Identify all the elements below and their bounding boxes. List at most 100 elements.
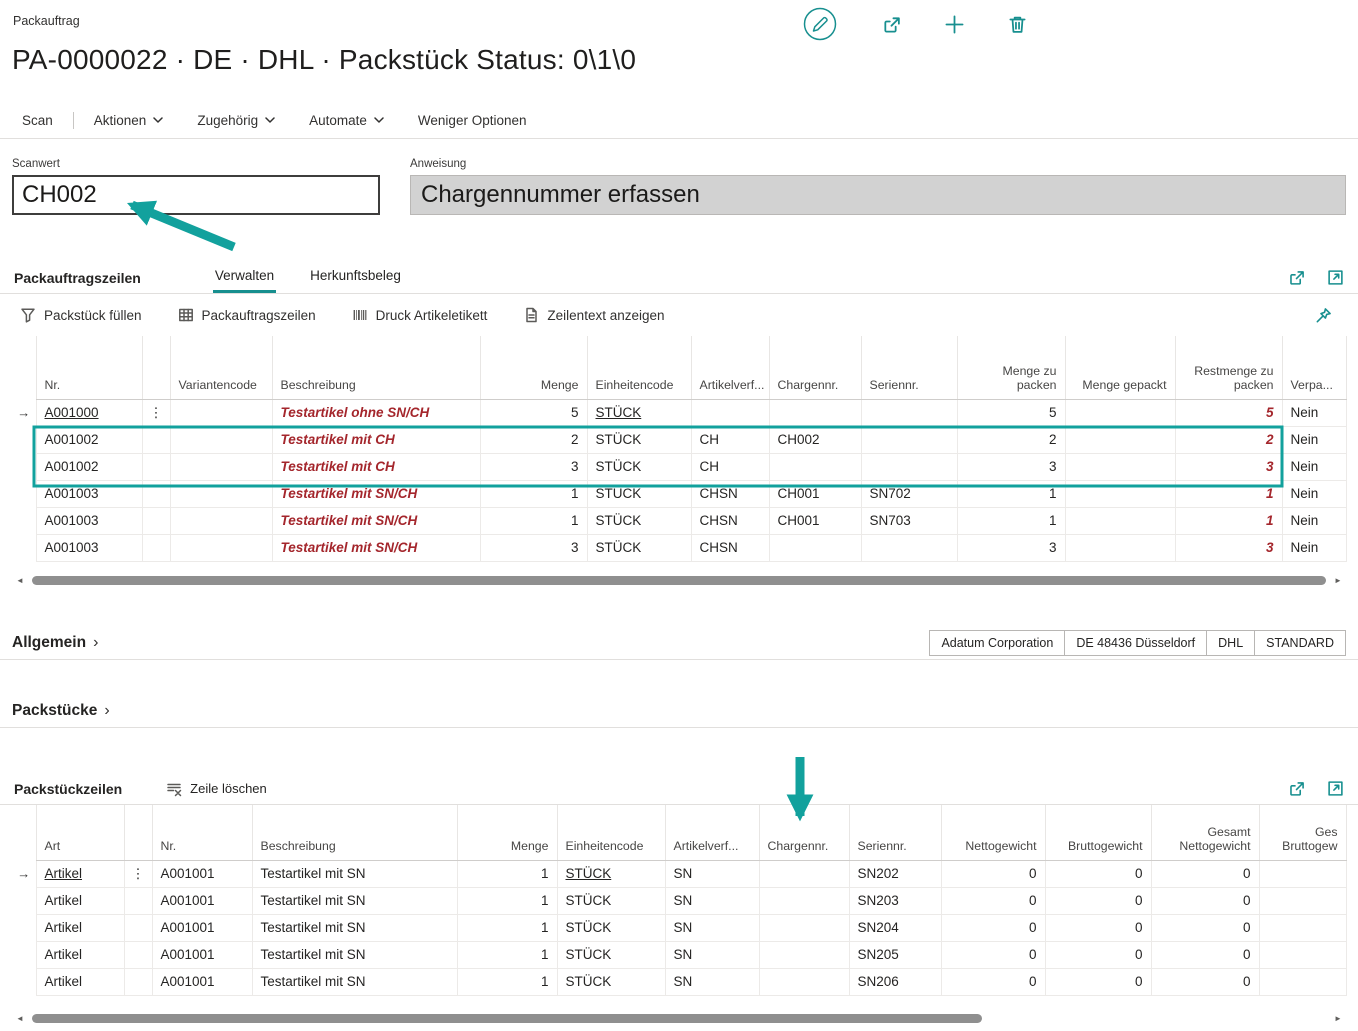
cell-art[interactable]: Artikel (36, 941, 124, 968)
cell-ges-bruttogew[interactable] (1259, 941, 1346, 968)
cell-einheitencode[interactable]: STÜCK (557, 968, 665, 995)
cell-chargennr[interactable] (769, 453, 861, 480)
cell-einheitencode[interactable]: STÜCK (557, 941, 665, 968)
cell-menge[interactable]: 1 (457, 968, 557, 995)
cell-einheitencode[interactable]: STÜCK (557, 887, 665, 914)
col-beschreibung[interactable]: Beschreibung (272, 336, 480, 399)
cell-seriennr[interactable] (861, 453, 957, 480)
cell-nr[interactable]: A001001 (152, 941, 252, 968)
cell-ges-bruttogew[interactable] (1259, 887, 1346, 914)
tab-herkunftsbeleg[interactable]: Herkunftsbeleg (308, 262, 403, 293)
cell-nr[interactable]: A001001 (152, 914, 252, 941)
cell-chargennr[interactable] (759, 887, 849, 914)
col-nettogewicht[interactable]: Nettogewicht (941, 805, 1045, 860)
cell-nettogewicht[interactable]: 0 (941, 914, 1045, 941)
cell-chargennr[interactable] (759, 914, 849, 941)
cell-menge-gepackt[interactable] (1065, 399, 1175, 426)
cell-bruttogewicht[interactable]: 0 (1045, 887, 1151, 914)
cell-nr[interactable]: A001002 (36, 453, 142, 480)
cell-nr[interactable]: A001001 (152, 860, 252, 887)
cell-ges-bruttogew[interactable] (1259, 860, 1346, 887)
open-in-window-icon[interactable] (1327, 780, 1344, 797)
summary-chip-customer[interactable]: Adatum Corporation (929, 630, 1065, 656)
cell-menge-gepackt[interactable] (1065, 480, 1175, 507)
scroll-right-icon[interactable]: ► (1330, 576, 1346, 585)
cell-verpackt[interactable]: Nein (1282, 426, 1346, 453)
cell-artikelverf[interactable]: SN (665, 887, 759, 914)
cell-menge[interactable]: 1 (457, 887, 557, 914)
col-art[interactable]: Art (36, 805, 124, 860)
cell-art[interactable]: Artikel (36, 914, 124, 941)
add-icon[interactable] (945, 15, 964, 34)
cell-art[interactable]: Artikel (36, 887, 124, 914)
cell-variantencode[interactable] (170, 399, 272, 426)
col-ges-bruttogew[interactable]: Ges Bruttogew (1259, 805, 1346, 860)
cell-artikelverf[interactable]: CHSN (691, 534, 769, 561)
cell-beschreibung[interactable]: Testartikel mit SN (252, 968, 457, 995)
cell-menge[interactable]: 1 (480, 480, 587, 507)
cell-nettogewicht[interactable]: 0 (941, 941, 1045, 968)
cell-menge-zu-packen[interactable]: 1 (957, 507, 1065, 534)
cell-einheitencode[interactable]: STÜCK (587, 453, 691, 480)
cell-chargennr[interactable]: CH001 (769, 507, 861, 534)
open-in-window-icon[interactable] (1327, 269, 1344, 286)
cell-artikelverf[interactable]: CHSN (691, 507, 769, 534)
cell-gesamt-nettogewicht[interactable]: 0 (1151, 914, 1259, 941)
cell-einheitencode[interactable]: STÜCK (557, 860, 665, 887)
cell-variantencode[interactable] (170, 480, 272, 507)
cell-ges-bruttogew[interactable] (1259, 914, 1346, 941)
col-einheitencode[interactable]: Einheitencode (587, 336, 691, 399)
allgemein-heading[interactable]: Allgemein (12, 634, 86, 652)
cell-menge[interactable]: 2 (480, 426, 587, 453)
scroll-left-icon[interactable]: ◄ (12, 576, 28, 585)
cell-restmenge-zu-packen[interactable]: 5 (1175, 399, 1282, 426)
cell-menge[interactable]: 1 (480, 507, 587, 534)
cell-seriennr[interactable]: SN205 (849, 941, 941, 968)
cell-seriennr[interactable]: SN203 (849, 887, 941, 914)
scroll-right-icon[interactable]: ► (1330, 1014, 1346, 1023)
cell-artikelverf[interactable]: CHSN (691, 480, 769, 507)
col-menge[interactable]: Menge (480, 336, 587, 399)
cell-artikelverf[interactable]: CH (691, 453, 769, 480)
cell-beschreibung[interactable]: Testartikel mit SN (252, 941, 457, 968)
cell-verpackt[interactable]: Nein (1282, 480, 1346, 507)
cell-menge-zu-packen[interactable]: 2 (957, 426, 1065, 453)
col-chargennr[interactable]: Chargennr. (769, 336, 861, 399)
col-bruttogewicht[interactable]: Bruttogewicht (1045, 805, 1151, 860)
col-nr[interactable]: Nr. (36, 336, 142, 399)
cell-einheitencode[interactable]: STÜCK (587, 426, 691, 453)
cell-chargennr[interactable] (759, 968, 849, 995)
col-nr[interactable]: Nr. (152, 805, 252, 860)
share-icon[interactable] (1288, 780, 1305, 797)
col-einheitencode[interactable]: Einheitencode (557, 805, 665, 860)
col-chargennr[interactable]: Chargennr. (759, 805, 849, 860)
col-menge-zu-packen[interactable]: Menge zu packen (957, 336, 1065, 399)
cell-seriennr[interactable]: SN204 (849, 914, 941, 941)
cell-menge[interactable]: 5 (480, 399, 587, 426)
cell-artikelverf[interactable]: SN (665, 914, 759, 941)
packstueck-fuellen-button[interactable]: Packstück füllen (20, 307, 142, 323)
row-menu-button[interactable]: ⋮ (142, 399, 170, 426)
share-icon[interactable] (1288, 269, 1305, 286)
cell-chargennr[interactable]: CH001 (769, 480, 861, 507)
cell-restmenge-zu-packen[interactable]: 3 (1175, 453, 1282, 480)
packauftragszeilen-button[interactable]: Packauftragszeilen (178, 307, 316, 323)
col-menge-gepackt[interactable]: Menge gepackt (1065, 336, 1175, 399)
cell-menge-gepackt[interactable] (1065, 453, 1175, 480)
cell-seriennr[interactable]: SN702 (861, 480, 957, 507)
cell-nr[interactable]: A001002 (36, 426, 142, 453)
cell-bruttogewicht[interactable]: 0 (1045, 914, 1151, 941)
cell-einheitencode[interactable]: STÜCK (557, 914, 665, 941)
cell-restmenge-zu-packen[interactable]: 2 (1175, 426, 1282, 453)
cell-seriennr[interactable]: SN202 (849, 860, 941, 887)
zeile-loeschen-button[interactable]: Zeile löschen (166, 781, 267, 797)
cell-menge-zu-packen[interactable]: 3 (957, 453, 1065, 480)
cell-beschreibung[interactable]: Testartikel mit SN/CH (272, 507, 480, 534)
scroll-left-icon[interactable]: ◄ (12, 1014, 28, 1023)
cell-seriennr[interactable]: SN206 (849, 968, 941, 995)
cell-menge[interactable]: 1 (457, 914, 557, 941)
cell-artikelverf[interactable]: CH (691, 426, 769, 453)
cell-variantencode[interactable] (170, 507, 272, 534)
cell-nr[interactable]: A001003 (36, 507, 142, 534)
cell-seriennr[interactable] (861, 399, 957, 426)
